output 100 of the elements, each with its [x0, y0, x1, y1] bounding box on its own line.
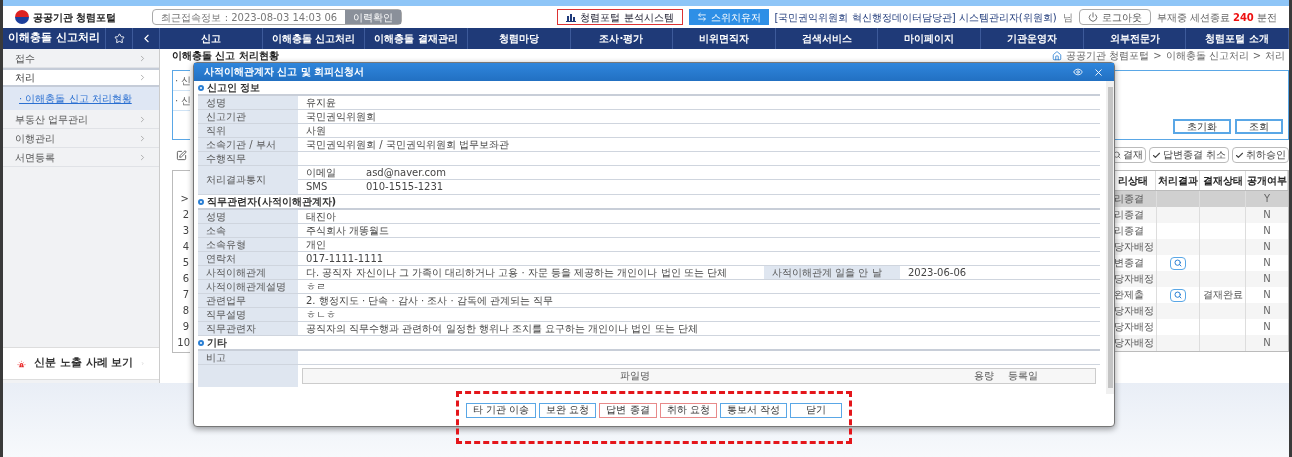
field-value: 2. 행정지도 · 단속 · 감사 · 조사 · 감독에 관계되는 직무: [305, 294, 555, 307]
field-label: 소속: [198, 224, 298, 237]
row-number: 3: [182, 226, 190, 236]
field-value: 개인: [305, 238, 327, 251]
column-header: 용량: [973, 371, 995, 381]
section-title: 기타: [207, 337, 227, 348]
sidebar-menu-item[interactable]: 서면등록: [3, 148, 159, 167]
row-number: 2: [182, 210, 190, 220]
section-title: 신고인 정보: [207, 82, 261, 93]
field-label: 연락처: [198, 252, 298, 265]
field-value: 태진아: [305, 210, 337, 223]
dialog-button[interactable]: 취하 요청: [659, 402, 717, 418]
field-value: 다. 공직자 자신이나 그 가족이 대리하거나 고용 · 자문 등을 제공하는 개인이나 법인 또는 단체: [305, 266, 728, 279]
field-value: ㅎㄴㅎ: [305, 308, 337, 321]
nav-menu-item[interactable]: 기관운영자: [981, 28, 1084, 49]
field-label: 직무설명: [198, 308, 298, 321]
field-value: 국민권익위원회 / 국민권익위원회 법무보좌관: [305, 138, 510, 151]
row-number: 4: [182, 242, 190, 252]
exposure-cases-link[interactable]: 신분 노출 사례 보기: [3, 347, 159, 380]
public-cell-text: N: [1262, 336, 1272, 350]
section-bullet-icon: [198, 198, 204, 205]
view-result-icon[interactable]: [1170, 256, 1186, 270]
dialog-button[interactable]: 타 기관 이송: [465, 402, 537, 418]
public-cell-text: Y: [1263, 192, 1272, 206]
nav-menu-item[interactable]: 조사·평가: [570, 28, 674, 49]
status-cell-text: 리종결: [1113, 192, 1145, 206]
field-value: 공직자의 직무수행과 관련하여 일정한 행위나 조치를 요구하는 개인이나 법인 또는 단체: [305, 322, 699, 335]
nav-menu-item[interactable]: 청렴마당: [467, 28, 571, 49]
dialog-button[interactable]: 통보서 작성: [719, 402, 788, 418]
section-title: 직무관련자(사적이해관계자): [207, 196, 337, 207]
search-button[interactable]: 조회: [1235, 119, 1284, 134]
row-number: 7: [182, 290, 190, 300]
field-label: 소속유형: [198, 238, 298, 251]
search-label: · 신: [174, 95, 192, 106]
last-login-info: 최근접속정보 : 2023-08-03 14:03 06: [160, 10, 339, 25]
breadcrumb-link[interactable]: 처리: [1265, 50, 1286, 61]
search-icon: [1113, 151, 1121, 159]
field-label: 사적이해관계: [198, 266, 298, 279]
status-cell-text: 당자배정: [1113, 336, 1155, 350]
field-value: 주식회사 개똥월드: [305, 224, 391, 237]
power-icon: [1087, 12, 1098, 22]
field-value: 유지윤: [305, 96, 337, 109]
eye-icon[interactable]: [1073, 67, 1083, 77]
row-number: 5: [182, 258, 190, 268]
nav-menu-item[interactable]: 신고: [160, 28, 263, 49]
field-label: 수행직무: [198, 152, 298, 165]
column-header: 등록일: [1007, 371, 1039, 381]
sidebar-submenu-item[interactable]: · 이해충돌 신고 처리현황: [3, 87, 159, 110]
sidebar-menu-item[interactable]: 이행관리: [3, 129, 159, 148]
nav-menu-item[interactable]: 외부전문가: [1083, 28, 1187, 49]
public-cell-text: N: [1262, 320, 1272, 334]
column-header: 공개여부: [1246, 171, 1289, 190]
dialog-button[interactable]: 닫기: [790, 402, 843, 418]
breadcrumb-link[interactable]: 이해충돌 신고처리: [1165, 50, 1249, 61]
toolbar-button[interactable]: 답변종결 취소: [1149, 147, 1230, 163]
home-icon[interactable]: [1052, 50, 1063, 61]
chevron-right-icon: [138, 73, 147, 82]
nav-menu-item[interactable]: 이해충돌 결재관리: [365, 28, 468, 49]
breadcrumb-link[interactable]: 공공기관 청렴포털: [1066, 50, 1150, 61]
check-icon: [1152, 150, 1161, 160]
emblem-icon: [15, 10, 29, 24]
status-cell-text: 당자배정: [1113, 304, 1155, 318]
field-label: 처리결과통지: [198, 166, 298, 194]
nav-menu-item[interactable]: 검색서비스: [775, 28, 879, 49]
site-logo[interactable]: 공공기관 청렴포털: [33, 9, 117, 25]
field-value: asd@naver.com: [365, 166, 447, 179]
row-number: 6: [182, 274, 190, 284]
field-value: ㅎㄹ: [305, 280, 327, 293]
column-header: 결재상태: [1200, 171, 1246, 190]
field-value: 010-1515-1231: [365, 180, 445, 194]
scrollbar[interactable]: [1106, 81, 1114, 394]
page-title: 이해충돌 신고 처리현황: [172, 50, 279, 61]
nav-menu-item[interactable]: 비위면직자: [673, 28, 776, 49]
field-label: 사적이해관계설명: [198, 280, 298, 293]
sidebar-menu-item[interactable]: 처리: [3, 68, 159, 87]
nav-menu-item[interactable]: 마이페이지: [878, 28, 982, 49]
edit-icon[interactable]: [176, 149, 187, 161]
row-number: 10: [177, 338, 190, 348]
section-bullet-icon: [198, 339, 204, 346]
dialog-button[interactable]: 보완 요청: [539, 402, 597, 418]
close-icon[interactable]: [1093, 66, 1104, 78]
bar-chart-icon: [566, 12, 577, 22]
status-cell-text: 완제출: [1113, 288, 1145, 302]
field-label: 사적이해관계 일을 안 날: [764, 266, 900, 279]
field-label: 성명: [198, 210, 298, 223]
reset-button[interactable]: 초기화: [1173, 119, 1232, 134]
field-value: 017-1111-1111: [305, 252, 385, 265]
view-result-icon[interactable]: [1170, 288, 1186, 302]
toolbar-button[interactable]: 취하승인: [1232, 147, 1289, 163]
public-cell-text: N: [1262, 224, 1272, 238]
column-header: 처리결과: [1156, 171, 1200, 190]
sidebar-menu-item[interactable]: 부동산 업무관리: [3, 110, 159, 129]
nav-menu-item[interactable]: 청렴포털 소개: [1186, 28, 1289, 49]
field-label: 성명: [198, 96, 298, 109]
logout-button[interactable]: 로그아웃: [1078, 9, 1151, 25]
field-value: 2023-06-06: [907, 266, 968, 279]
field-label: 관련업무: [198, 294, 298, 307]
dialog-button[interactable]: 답변 종결: [599, 402, 657, 418]
nav-menu-item[interactable]: 이해충돌 신고처리: [262, 28, 366, 49]
analysis-system-button[interactable]: 청렴포털 분석시스템: [557, 9, 683, 25]
